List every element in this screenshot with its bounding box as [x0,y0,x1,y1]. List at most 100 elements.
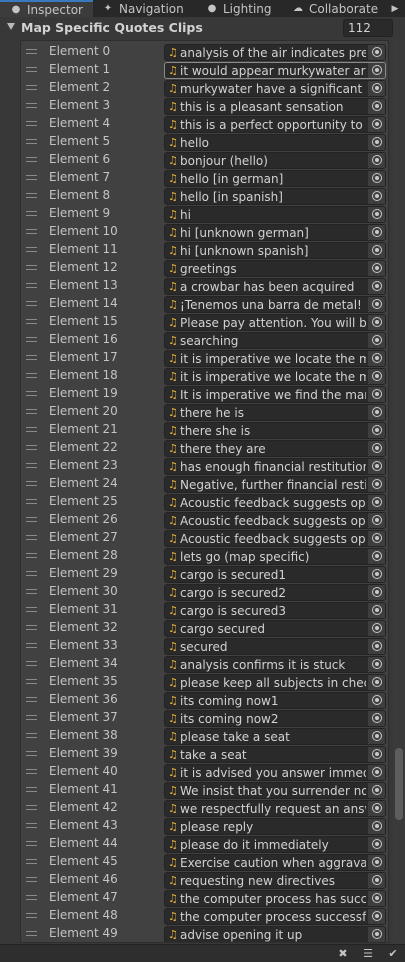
drag-handle-icon[interactable] [26,85,37,90]
object-picker-button[interactable] [367,855,385,870]
list-item[interactable]: Element 41 ♫ We insist that you surrender … [21,781,388,799]
audio-clip-field[interactable]: ♫ there he is [164,404,386,421]
list-item[interactable]: Element 49 ♫ advise opening it up [21,925,388,942]
object-picker-button[interactable] [367,693,385,708]
debug-icon[interactable]: ✖ [336,947,350,961]
audio-clip-field[interactable]: ♫ its coming now2 [164,710,386,727]
audio-clip-field[interactable]: ♫¡Tenemos una barra de metal! (We have [164,296,386,313]
object-picker-button[interactable] [367,585,385,600]
object-picker-button[interactable] [367,639,385,654]
object-picker-button[interactable] [367,63,385,78]
object-picker-button[interactable] [367,135,385,150]
drag-handle-icon[interactable] [26,49,37,54]
tab-navigation[interactable]: ✦ Navigation [96,0,194,17]
drag-handle-icon[interactable] [26,679,37,684]
layers-icon[interactable]: ☰ [361,947,375,961]
drag-handle-icon[interactable] [26,931,37,936]
drag-handle-icon[interactable] [26,805,37,810]
drag-handle-icon[interactable] [26,517,37,522]
object-picker-button[interactable] [367,243,385,258]
list-item[interactable]: Element 19 ♫ It is imperative we find the … [21,385,388,403]
object-picker-button[interactable] [367,351,385,366]
drag-handle-icon[interactable] [26,175,37,180]
audio-clip-field[interactable]: ♫Acoustic feedback suggests opposition [164,530,386,547]
drag-handle-icon[interactable] [26,841,37,846]
list-item[interactable]: Element 16 ♫ searching [21,331,388,349]
list-item[interactable]: Element 24 ♫ Negative, further financial r… [21,475,388,493]
audio-clip-field[interactable]: ♫ hi [164,206,386,223]
drag-handle-icon[interactable] [26,481,37,486]
audio-clip-field[interactable]: ♫ please reply [164,818,386,835]
object-picker-button[interactable] [367,621,385,636]
object-picker-button[interactable] [367,81,385,96]
audio-clip-field[interactable]: ♫ we respectfully request an answer [164,800,386,817]
object-picker-button[interactable] [367,747,385,762]
tab-lighting[interactable]: ● Lighting [200,0,280,17]
list-item[interactable]: Element 3 ♫ this is a pleasant sensation [21,97,388,115]
list-item[interactable]: Element 34 ♫ analysis confirms it is stuck [21,655,388,673]
object-picker-button[interactable] [367,495,385,510]
audio-clip-field[interactable]: ♫ hi [unknown spanish] [164,242,386,259]
audio-clip-field[interactable]: ♫ its coming now1 [164,692,386,709]
audio-clip-field[interactable]: ♫ advise opening it up [164,926,386,942]
audio-clip-field[interactable]: ♫the computer process successfully [164,908,386,925]
drag-handle-icon[interactable] [26,103,37,108]
object-picker-button[interactable] [367,765,385,780]
object-picker-button[interactable] [367,45,385,60]
list-item[interactable]: Element 36 ♫ its coming now1 [21,691,388,709]
object-picker-button[interactable] [367,531,385,546]
list-item[interactable]: Element 17 ♫ it is imperative we locate th… [21,349,388,367]
list-item[interactable]: Element 0 ♫ analysis of the air indicates … [21,43,388,61]
object-picker-button[interactable] [367,279,385,294]
drag-handle-icon[interactable] [26,427,37,432]
list-item[interactable]: Element 42 ♫ we respectfully request an an… [21,799,388,817]
drag-handle-icon[interactable] [26,877,37,882]
audio-clip-field[interactable]: ♫ there she is [164,422,386,439]
object-picker-button[interactable] [367,405,385,420]
audio-clip-field[interactable]: ♫it would appear murkywater are in [164,62,386,79]
object-picker-button[interactable] [367,927,385,942]
drag-handle-icon[interactable] [26,67,37,72]
audio-clip-field[interactable]: ♫it is imperative we locate the manager [164,350,386,367]
object-picker-button[interactable] [367,801,385,816]
list-item[interactable]: Element 39 ♫ take a seat [21,745,388,763]
audio-clip-field[interactable]: ♫murkywater have a significant presence [164,80,386,97]
object-picker-button[interactable] [367,117,385,132]
list-item[interactable]: Element 13 ♫ a crowbar has been acquired [21,277,388,295]
object-picker-button[interactable] [367,729,385,744]
drag-handle-icon[interactable] [26,229,37,234]
list-item[interactable]: Element 20 ♫ there he is [21,403,388,421]
audio-clip-field[interactable]: ♫this is a perfect opportunity to explor… [164,116,386,133]
drag-handle-icon[interactable] [26,247,37,252]
object-picker-button[interactable] [367,837,385,852]
drag-handle-icon[interactable] [26,499,37,504]
drag-handle-icon[interactable] [26,625,37,630]
drag-handle-icon[interactable] [26,355,37,360]
audio-clip-field[interactable]: ♫it is imperative we locate the manager [164,368,386,385]
drag-handle-icon[interactable] [26,589,37,594]
list-item[interactable]: Element 30 ♫ cargo is secured2 [21,583,388,601]
object-picker-button[interactable] [367,441,385,456]
list-item[interactable]: Element 26 ♫ Acoustic feedback suggests op… [21,511,388,529]
list-item[interactable]: Element 37 ♫ its coming now2 [21,709,388,727]
drag-handle-icon[interactable] [26,409,37,414]
drag-handle-icon[interactable] [26,319,37,324]
list-item[interactable]: Element 11 ♫ hi [unknown spanish] [21,241,388,259]
list-item[interactable]: Element 5 ♫ hello [21,133,388,151]
audio-clip-field[interactable]: ♫ hello [in spanish] [164,188,386,205]
audio-clip-field[interactable]: ♫We insist that you surrender notion [164,782,386,799]
object-picker-button[interactable] [367,99,385,114]
list-item[interactable]: Element 45 ♫Exercise caution when aggrava… [21,853,388,871]
drag-handle-icon[interactable] [26,913,37,918]
list-item[interactable]: Element 47 ♫the computer process has succ… [21,889,388,907]
list-item[interactable]: Element 4 ♫ this is a perfect opportunity … [21,115,388,133]
object-picker-button[interactable] [367,369,385,384]
object-picker-button[interactable] [367,153,385,168]
list-item[interactable]: Element 33 ♫ secured [21,637,388,655]
drag-handle-icon[interactable] [26,121,37,126]
list-item[interactable]: Element 43 ♫ please reply [21,817,388,835]
audio-clip-field[interactable]: ♫ lets go (map specific) [164,548,386,565]
audio-clip-field[interactable]: ♫ cargo secured [164,620,386,637]
list-item[interactable]: Element 40 ♫ it is advised you answer imme… [21,763,388,781]
drag-handle-icon[interactable] [26,823,37,828]
